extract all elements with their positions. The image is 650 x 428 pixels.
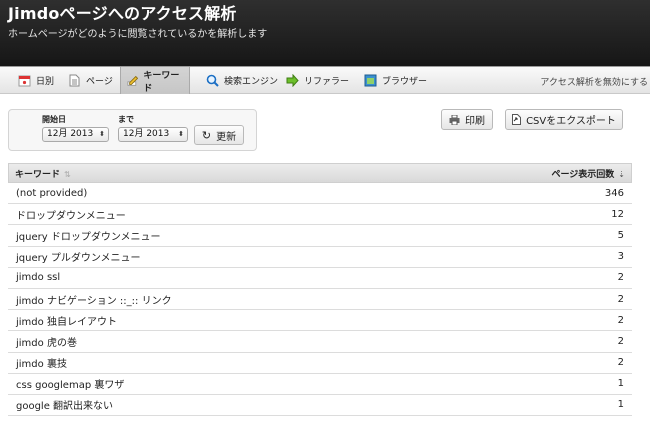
count-cell: 346 xyxy=(604,187,624,199)
keyword-cell: (not provided) xyxy=(16,187,88,199)
table-row: css googlemap 裏ワザ 1 xyxy=(8,374,632,395)
page-subtitle: ホームページがどのように閲覧されているかを解析します xyxy=(8,29,268,40)
sort-icon: ⇅ xyxy=(64,169,71,179)
arrow-right-icon xyxy=(286,74,299,87)
keyword-cell: jimdo ナビゲーション ::_:: リンク xyxy=(16,295,172,307)
refresh-label: 更新 xyxy=(216,131,237,143)
print-button[interactable]: 印刷 xyxy=(441,109,493,130)
printer-icon xyxy=(449,114,460,125)
end-date-select[interactable]: 12月 2013 ⬍ xyxy=(118,127,188,142)
csv-export-label: CSVをエクスポート xyxy=(526,116,616,127)
tab-pages[interactable]: ページ xyxy=(62,67,119,94)
table-row: jquery ドロップダウンメニュー 5 xyxy=(8,225,632,247)
sort-desc-icon: ⇣ xyxy=(618,169,625,179)
magnifier-icon xyxy=(206,74,219,87)
keyword-cell: jimdo 裏技 xyxy=(16,359,67,371)
end-date-label: まで xyxy=(118,115,134,124)
count-cell: 1 xyxy=(617,399,624,411)
keyword-cell: jimdo ssl xyxy=(16,272,61,284)
keyword-cell: google 翻訳出来ない xyxy=(16,401,114,413)
tab-browsers[interactable]: ブラウザー xyxy=(358,67,433,94)
table-row: jimdo ssl 2 xyxy=(8,268,632,289)
count-cell: 2 xyxy=(617,314,624,326)
window-icon xyxy=(364,74,377,87)
count-cell: 12 xyxy=(611,208,624,220)
page-title: Jimdoページへのアクセス解析 xyxy=(8,4,237,23)
table-header: キーワード ⇅ ページ表示回数 ⇣ xyxy=(8,163,632,183)
keyword-cell: jimdo 独自レイアウト xyxy=(16,316,117,328)
keyword-cell: jimdo 虎の巻 xyxy=(16,337,77,349)
calendar-icon xyxy=(18,75,31,87)
table-row: jimdo ナビゲーション ::_:: リンク 2 xyxy=(8,289,632,311)
refresh-icon: ↻ xyxy=(201,128,212,142)
tab-keywords[interactable]: キーワード xyxy=(120,67,190,94)
keyword-cell: ドロップダウンメニュー xyxy=(16,210,126,222)
export-file-icon xyxy=(512,114,522,125)
column-header-pageviews[interactable]: ページ表示回数 ⇣ xyxy=(551,167,625,180)
tab-label: 日別 xyxy=(36,77,55,87)
table-row: jimdo 独自レイアウト 2 xyxy=(8,310,632,332)
tab-label: 検索エンジン xyxy=(224,77,279,87)
keyword-cell: css googlemap 裏ワザ xyxy=(16,380,125,392)
count-cell: 2 xyxy=(617,357,624,369)
print-label: 印刷 xyxy=(465,116,485,127)
tab-bar: 日別 ページ キーワード 検索エンジン リファラー ブラウザー アクセス解析を無… xyxy=(0,66,650,94)
table-row: jquery プルダウンメニュー 3 xyxy=(8,247,632,268)
column-label: キーワード xyxy=(15,169,61,180)
start-date-label: 開始日 xyxy=(42,115,66,124)
chevron-updown-icon: ⬍ xyxy=(178,130,184,138)
date-filter-panel: 開始日 まで 12月 2013 ⬍ 12月 2013 ⬍ ↻ 更新 xyxy=(8,109,257,151)
refresh-button[interactable]: ↻ 更新 xyxy=(194,125,244,145)
table-row: jimdo 虎の巻 2 xyxy=(8,331,632,353)
start-date-value: 12月 2013 xyxy=(47,129,94,139)
pencil-icon xyxy=(127,75,139,86)
tab-referrers[interactable]: リファラー xyxy=(280,67,355,94)
count-cell: 2 xyxy=(617,335,624,347)
end-date-value: 12月 2013 xyxy=(123,129,170,139)
tab-label: ブラウザー xyxy=(382,77,428,87)
tab-label: ページ xyxy=(86,77,113,87)
count-cell: 2 xyxy=(617,272,624,284)
header-bar: Jimdoページへのアクセス解析 ホームページがどのように閲覧されているかを解析… xyxy=(0,0,650,66)
column-label: ページ表示回数 xyxy=(551,169,615,180)
csv-export-button[interactable]: CSVをエクスポート xyxy=(505,109,623,130)
tab-label: キーワード xyxy=(143,70,180,94)
table-row: ドロップダウンメニュー 12 xyxy=(8,204,632,226)
start-date-select[interactable]: 12月 2013 ⬍ xyxy=(42,127,109,142)
keyword-table: キーワード ⇅ ページ表示回数 ⇣ (not provided) 346 ドロップダウ… xyxy=(8,163,632,417)
table-row: google 翻訳出来ない 1 xyxy=(8,395,632,417)
column-header-keyword[interactable]: キーワード ⇅ xyxy=(15,167,71,180)
keyword-cell: jquery プルダウンメニュー xyxy=(16,253,141,265)
tab-search-engines[interactable]: 検索エンジン xyxy=(200,67,284,94)
page-icon xyxy=(69,74,80,87)
count-cell: 3 xyxy=(617,251,624,263)
disable-analytics-link[interactable]: アクセス解析を無効にする xyxy=(540,75,648,88)
tab-label: リファラー xyxy=(304,77,350,87)
keyword-cell: jquery ドロップダウンメニュー xyxy=(16,231,161,243)
chevron-updown-icon: ⬍ xyxy=(99,130,105,138)
count-cell: 2 xyxy=(617,293,624,305)
table-row: jimdo 裏技 2 xyxy=(8,353,632,374)
count-cell: 1 xyxy=(617,378,624,390)
table-row: (not provided) 346 xyxy=(8,183,632,205)
count-cell: 5 xyxy=(617,229,624,241)
tab-daily[interactable]: 日別 xyxy=(12,67,60,94)
